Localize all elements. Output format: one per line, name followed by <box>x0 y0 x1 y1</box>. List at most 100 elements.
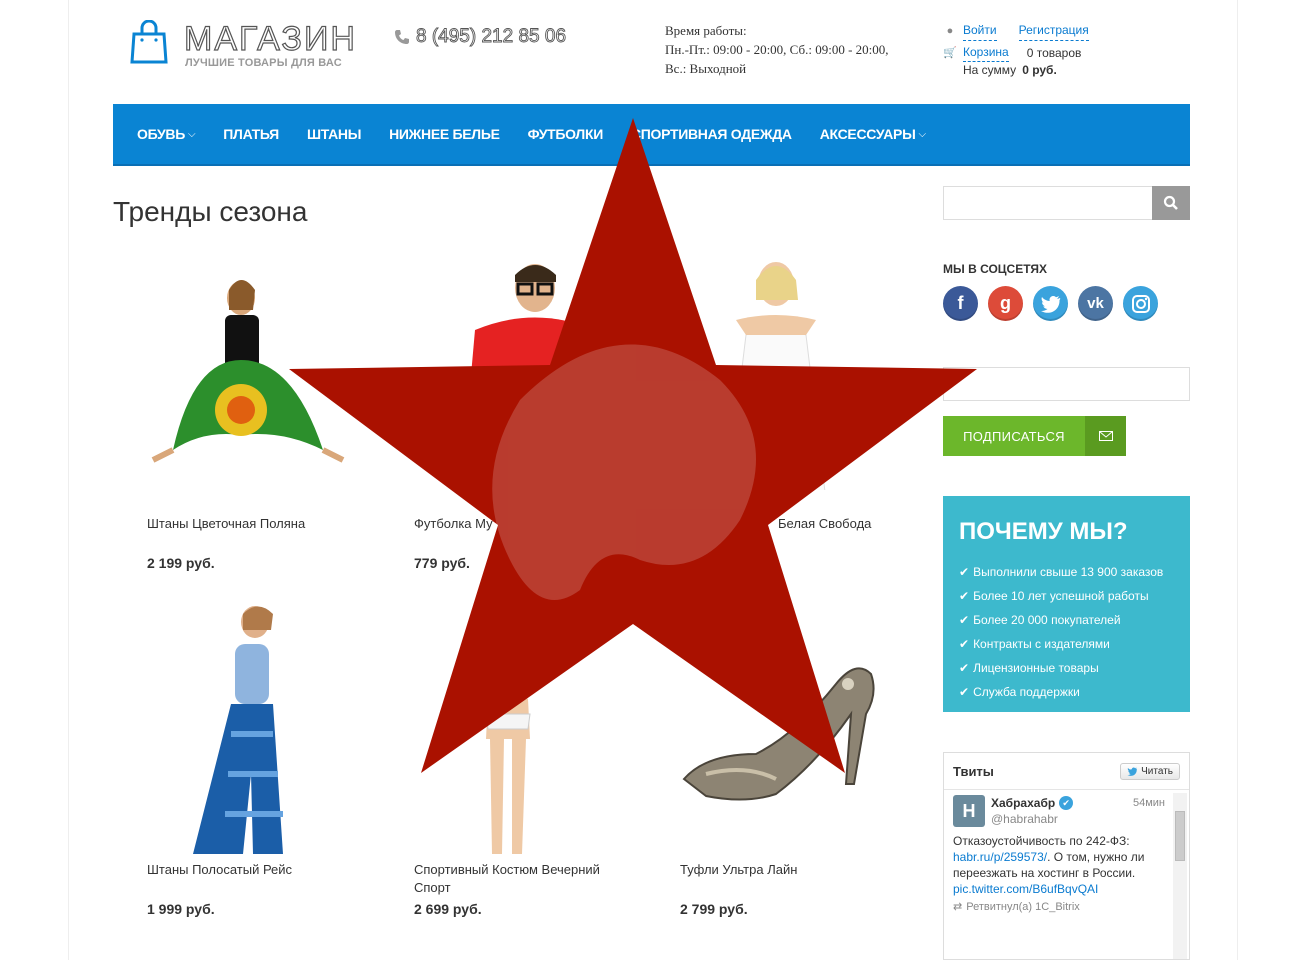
product-card[interactable]: Футболка Му 779 руб. <box>400 260 640 571</box>
why-us-title: ПОЧЕМУ МЫ? <box>959 518 1128 545</box>
nav-label: СПОРТИВНАЯ ОДЕЖДА <box>630 126 792 142</box>
logo-subtitle: ЛУЧШИЕ ТОВАРЫ ДЛЯ ВАС <box>185 57 342 69</box>
nav-label: ПЛАТЬЯ <box>223 126 279 142</box>
product-price: 2 199 руб. <box>147 555 215 571</box>
product-card[interactable]: Штаны Цветочная Поляна 2 199 руб. <box>133 260 373 571</box>
hours-line: Время работы: <box>665 23 747 38</box>
product-name[interactable]: Штаны Цветочная Поляна <box>147 515 373 533</box>
user-block: ● Войти Регистрация 🛒 Корзина 0 товаров … <box>943 20 1089 78</box>
user-icon: ● <box>946 24 954 37</box>
product-image[interactable] <box>133 604 373 864</box>
twitter-bird-icon <box>1127 767 1138 776</box>
product-name[interactable]: Футболка Му <box>414 515 640 533</box>
why-us-item: ✔ Служба поддержки <box>959 680 1174 704</box>
product-image[interactable] <box>133 260 373 490</box>
product-card[interactable]: Туфли Ультра Лайн 2 799 руб. <box>666 604 906 917</box>
product-price: 1 999 руб. <box>147 901 215 917</box>
phone-number[interactable]: 8 (495) 212 85 06 <box>416 26 567 48</box>
check-icon: ✔ <box>959 685 970 699</box>
nav-item-underwear[interactable]: НИЖНЕЕ БЕЛЬЕ <box>375 126 514 142</box>
phone-block: 8 (495) 212 85 06 <box>394 26 566 48</box>
product-image[interactable] <box>666 260 906 501</box>
check-icon: ✔ <box>959 565 970 579</box>
tweet-text: Отказоустойчивость по 242-ФЗ: <box>953 834 1130 848</box>
why-us-block: ПОЧЕМУ МЫ? ✔ Выполнили свыше 13 900 заказ… <box>943 496 1190 712</box>
chevron-down-icon: ⌵ <box>188 128 196 140</box>
nav-item-accessories[interactable]: АКСЕССУАРЫ ⌵ <box>806 126 940 142</box>
tweet-time[interactable]: 54мин <box>1133 795 1165 811</box>
verified-icon: ✔ <box>1059 796 1074 810</box>
tweet-link[interactable]: habr.ru/p/259573/ <box>953 850 1047 864</box>
product-card[interactable]: Белая Свобода <box>666 260 906 555</box>
why-us-item: ✔ Более 20 000 покупателей <box>959 608 1174 632</box>
hours-line: Пн.-Пт.: 09:00 - 20:00, Сб.: 09:00 - 20:… <box>665 42 889 57</box>
twitter-icon[interactable] <box>1033 286 1068 321</box>
product-image[interactable] <box>400 604 640 864</box>
search-input[interactable] <box>943 186 1190 220</box>
tweet-link[interactable]: pic.twitter.com/B6ufBqvQAI <box>953 881 1165 897</box>
check-icon: ✔ <box>959 637 970 651</box>
product-image[interactable] <box>666 604 906 864</box>
cart-icon: 🛒 <box>943 46 957 59</box>
retweet-icon: ⇄ <box>953 901 963 913</box>
search-icon <box>1163 195 1178 210</box>
search-button[interactable] <box>1152 186 1190 220</box>
check-icon: ✔ <box>959 589 970 603</box>
nav-label: ШТАНЫ <box>306 126 362 142</box>
nav-label: ОБУВЬ <box>137 126 185 142</box>
social-links: f g vk <box>943 286 1158 321</box>
phone-icon <box>395 30 409 44</box>
product-image[interactable] <box>400 260 640 500</box>
nav-item-pants[interactable]: ШТАНЫ <box>293 126 375 142</box>
retweet-text: Ретвитнул(а) 1C_Bitrix <box>966 901 1080 913</box>
why-us-item: ✔ Контракты с издателями <box>959 632 1174 656</box>
tweet: H Хабрахабр ✔ 54мин @habrahabr Отказоусто… <box>953 795 1165 915</box>
facebook-icon[interactable]: f <box>943 286 978 321</box>
subscribe-label: ПОДПИСАТЬСЯ <box>963 428 1065 444</box>
tweet-handle: @habrahabr <box>991 812 1058 826</box>
product-card[interactable]: Спортивный Костюм Вечерний Спорт 2 699 р… <box>400 604 640 917</box>
cart-count: 0 товаров <box>1026 45 1082 60</box>
envelope-icon <box>1085 416 1126 456</box>
why-us-item: ✔ Выполнили свыше 13 900 заказов <box>959 560 1174 584</box>
chevron-down-icon: ⌵ <box>918 128 927 140</box>
social-title: МЫ В СОЦСЕТЯХ <box>943 262 1048 276</box>
twitter-widget: Твиты Читать H Хабрахабр ✔ 54мин @habraha… <box>943 752 1190 960</box>
hours-line: Вс.: Выходной <box>665 61 747 76</box>
nav-label: НИЖНЕЕ БЕЛЬЕ <box>389 126 500 142</box>
product-name[interactable]: Белая Свобода <box>778 515 906 533</box>
logo-title[interactable]: МАГАЗИН <box>183 19 357 58</box>
page-title: Тренды сезона <box>113 196 308 227</box>
nav-item-shoes[interactable]: ОБУВЬ ⌵ <box>123 126 209 142</box>
instagram-icon[interactable] <box>1123 286 1158 321</box>
login-link[interactable]: Войти <box>963 20 997 41</box>
product-price: 779 руб. <box>414 555 470 571</box>
nav-item-sportswear[interactable]: СПОРТИВНАЯ ОДЕЖДА <box>617 126 806 142</box>
follow-button[interactable]: Читать <box>1120 762 1180 780</box>
register-link[interactable]: Регистрация <box>1018 20 1089 41</box>
shopping-bag-icon <box>130 20 168 64</box>
tweet-author[interactable]: Хабрахабр <box>991 795 1055 811</box>
twitter-widget-title: Твиты <box>953 763 994 779</box>
cart-sum: 0 руб. <box>1022 63 1057 77</box>
cart-link[interactable]: Корзина <box>963 43 1009 62</box>
scrollbar[interactable] <box>1173 793 1187 959</box>
main-nav: ОБУВЬ ⌵ ПЛАТЬЯ ШТАНЫ НИЖНЕЕ БЕЛЬЕ ФУТБОЛК… <box>113 104 1190 166</box>
nav-label: ФУТБОЛКИ <box>527 126 604 142</box>
avatar[interactable]: H <box>953 795 985 827</box>
why-us-item: ✔ Лицензионные товары <box>959 656 1174 680</box>
check-icon: ✔ <box>959 613 970 627</box>
nav-label: АКСЕССУАРЫ <box>819 126 916 142</box>
working-hours: Время работы: Пн.-Пт.: 09:00 - 20:00, Сб… <box>665 21 925 78</box>
google-plus-icon[interactable]: g <box>988 286 1023 321</box>
nav-item-dresses[interactable]: ПЛАТЬЯ <box>209 126 293 142</box>
check-icon: ✔ <box>959 661 970 675</box>
subscribe-button[interactable]: ПОДПИСАТЬСЯ <box>943 416 1126 456</box>
vk-icon[interactable]: vk <box>1078 286 1113 321</box>
why-us-item: ✔ Более 10 лет успешной работы <box>959 584 1174 608</box>
product-card[interactable]: Штаны Полосатый Рейс 1 999 руб. <box>133 604 373 917</box>
subscribe-email-input[interactable] <box>943 367 1190 401</box>
nav-item-tshirts[interactable]: ФУТБОЛКИ <box>514 126 617 142</box>
product-name[interactable]: Спортивный Костюм Вечерний Спорт <box>414 861 624 897</box>
cart-sum-label: На сумму <box>963 63 1017 77</box>
